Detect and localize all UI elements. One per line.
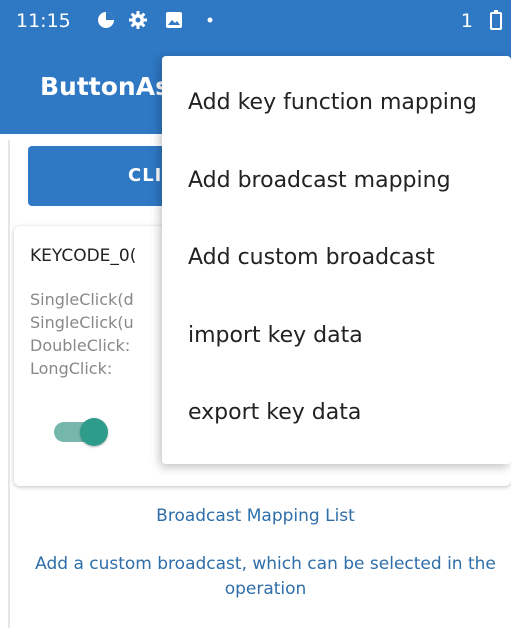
keycode-label: KEYCODE_0( [30,246,137,266]
dot-icon [207,17,213,23]
app-title: ButtonAs [40,72,170,101]
double-click-label: DoubleClick: [30,336,131,355]
status-bar: 11:15 1 [0,0,511,42]
menu-item-add-key-function-mapping[interactable]: Add key function mapping [162,66,511,142]
menu-item-label: import key data [188,323,363,348]
overflow-menu: Add key function mapping Add broadcast m… [162,56,511,464]
menu-item-import-key-data[interactable]: import key data [162,299,511,375]
menu-item-add-custom-broadcast[interactable]: Add custom broadcast [162,221,511,297]
status-right-text: 1 [461,10,503,32]
long-click-label: LongClick: [30,359,113,378]
menu-item-label: export key data [188,400,362,425]
data-saver-icon [98,12,114,28]
content-divider [8,140,10,628]
broadcast-mapping-list-link[interactable]: Broadcast Mapping List [0,506,511,526]
menu-item-add-broadcast-mapping[interactable]: Add broadcast mapping [162,144,511,220]
status-time: 11:15 [16,10,71,32]
gear-icon [129,11,147,29]
menu-item-label: Add custom broadcast [188,245,435,270]
image-icon [166,12,182,28]
menu-item-export-key-data[interactable]: export key data [162,376,511,452]
enable-toggle[interactable] [50,416,112,448]
battery-icon [490,10,502,30]
single-click-up-label: SingleClick(u [30,313,134,332]
menu-item-label: Add broadcast mapping [188,168,451,193]
click-button-label: CLI [128,165,163,186]
broadcast-description: Add a custom broadcast, which can be sel… [35,554,496,599]
single-click-down-label: SingleClick(d [30,290,134,309]
toggle-thumb [80,418,108,446]
menu-item-label: Add key function mapping [188,90,477,115]
